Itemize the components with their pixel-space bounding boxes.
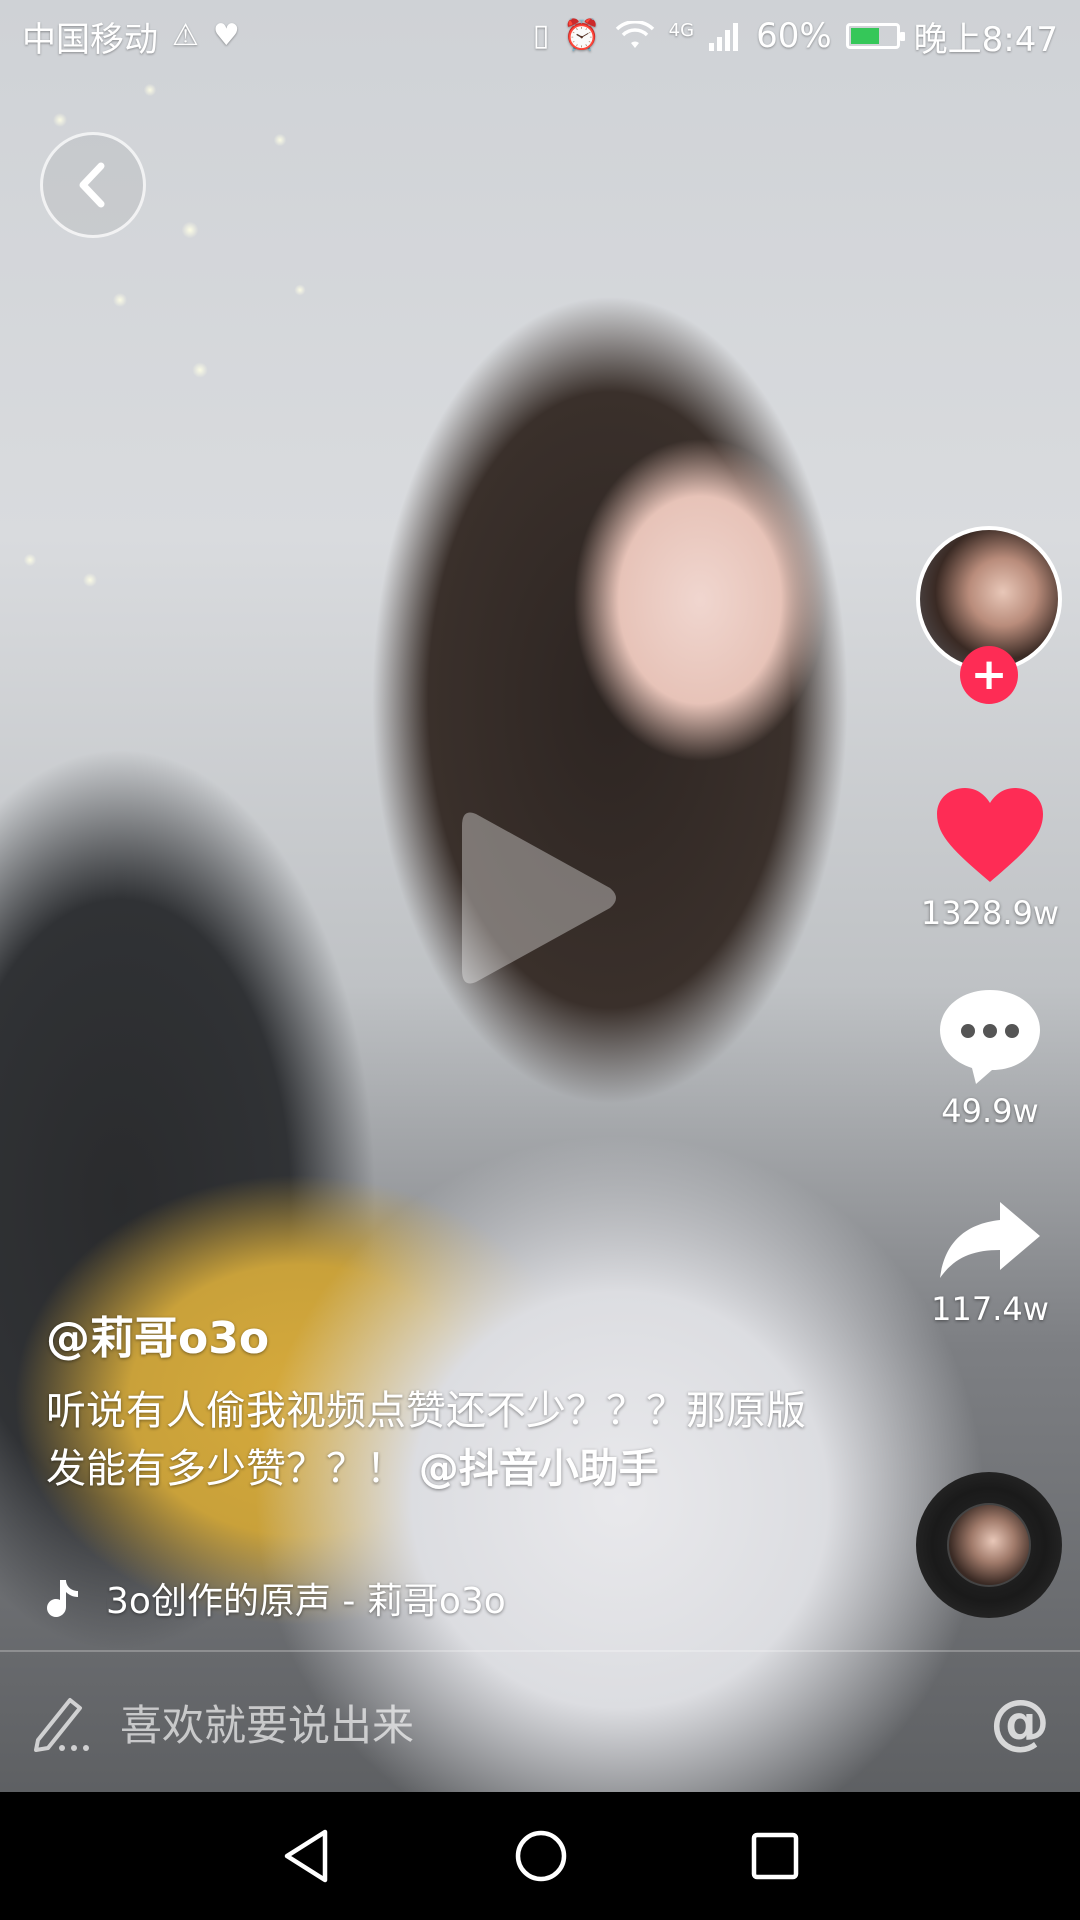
plus-icon: + [970,649,1008,700]
warning-icon: ⚠ [172,18,199,53]
music-disc[interactable] [916,1472,1062,1618]
follow-button[interactable]: + [960,646,1018,704]
comment-input[interactable]: 喜欢就要说出来 [120,1692,990,1753]
background-lights [0,0,420,650]
health-icon: ♥ [212,18,240,53]
nav-home-icon[interactable] [514,1829,568,1883]
heart-icon [937,788,1043,882]
music-cover [947,1503,1031,1587]
like-button[interactable]: 1328.9w [900,786,1080,932]
music-note-icon [47,1580,78,1617]
comment-icon [940,990,1040,1084]
network-type: 4G [668,19,695,41]
clock: 晚上8:47 [913,19,1058,60]
back-icon [79,162,105,208]
battery-percent: 60% [756,16,832,56]
music-title: o3o创作的原声 - 莉哥o3o [106,1581,506,1622]
play-icon[interactable] [462,804,622,992]
music-title-clip: o3o创作的原声 - 莉哥o3o [106,1572,606,1624]
mention-link[interactable]: @抖音小助手 [419,1446,659,1492]
pencil-icon [34,1698,89,1752]
share-icon [940,1202,1040,1278]
carrier-label: 中国移动 [22,19,158,60]
vibrate-icon: ▯ [532,18,550,53]
status-bar: 中国移动 ⚠ ♥ ▯ ⏰ 4G 60% 晚上8:47 [0,0,1080,72]
status-right: ▯ ⏰ 4G 60% 晚上8:47 [533,12,1058,61]
video-caption: 听说有人偷我视频点赞还不少？？？那原版发能有多少赞？？！ @抖音小助手 [46,1382,806,1498]
nav-back-icon[interactable] [281,1828,331,1884]
wifi-icon [615,21,654,48]
comment-count: 49.9w [941,1092,1039,1130]
mention-at-button[interactable]: @ [990,1687,1050,1757]
system-nav-bar [0,1792,1080,1920]
music-row[interactable]: o3o创作的原声 - 莉哥o3o [46,1570,606,1626]
video-screen[interactable]: 中国移动 ⚠ ♥ ▯ ⏰ 4G 60% 晚上8:47 + 1328.9w 49.… [0,0,1080,1920]
share-button[interactable]: 117.4w [900,1200,1080,1328]
back-button[interactable] [40,132,146,238]
author-name[interactable]: @莉哥o3o [46,1302,269,1366]
alarm-icon: ⏰ [563,18,601,53]
comment-bar[interactable]: 喜欢就要说出来 @ [0,1652,1080,1792]
like-count: 1328.9w [920,894,1060,932]
status-left: 中国移动 ⚠ ♥ [22,12,240,61]
share-count: 117.4w [931,1290,1049,1328]
comment-button[interactable]: 49.9w [900,986,1080,1130]
signal-icon [709,23,739,51]
battery-icon [845,23,905,49]
nav-recents-icon[interactable] [751,1832,799,1880]
